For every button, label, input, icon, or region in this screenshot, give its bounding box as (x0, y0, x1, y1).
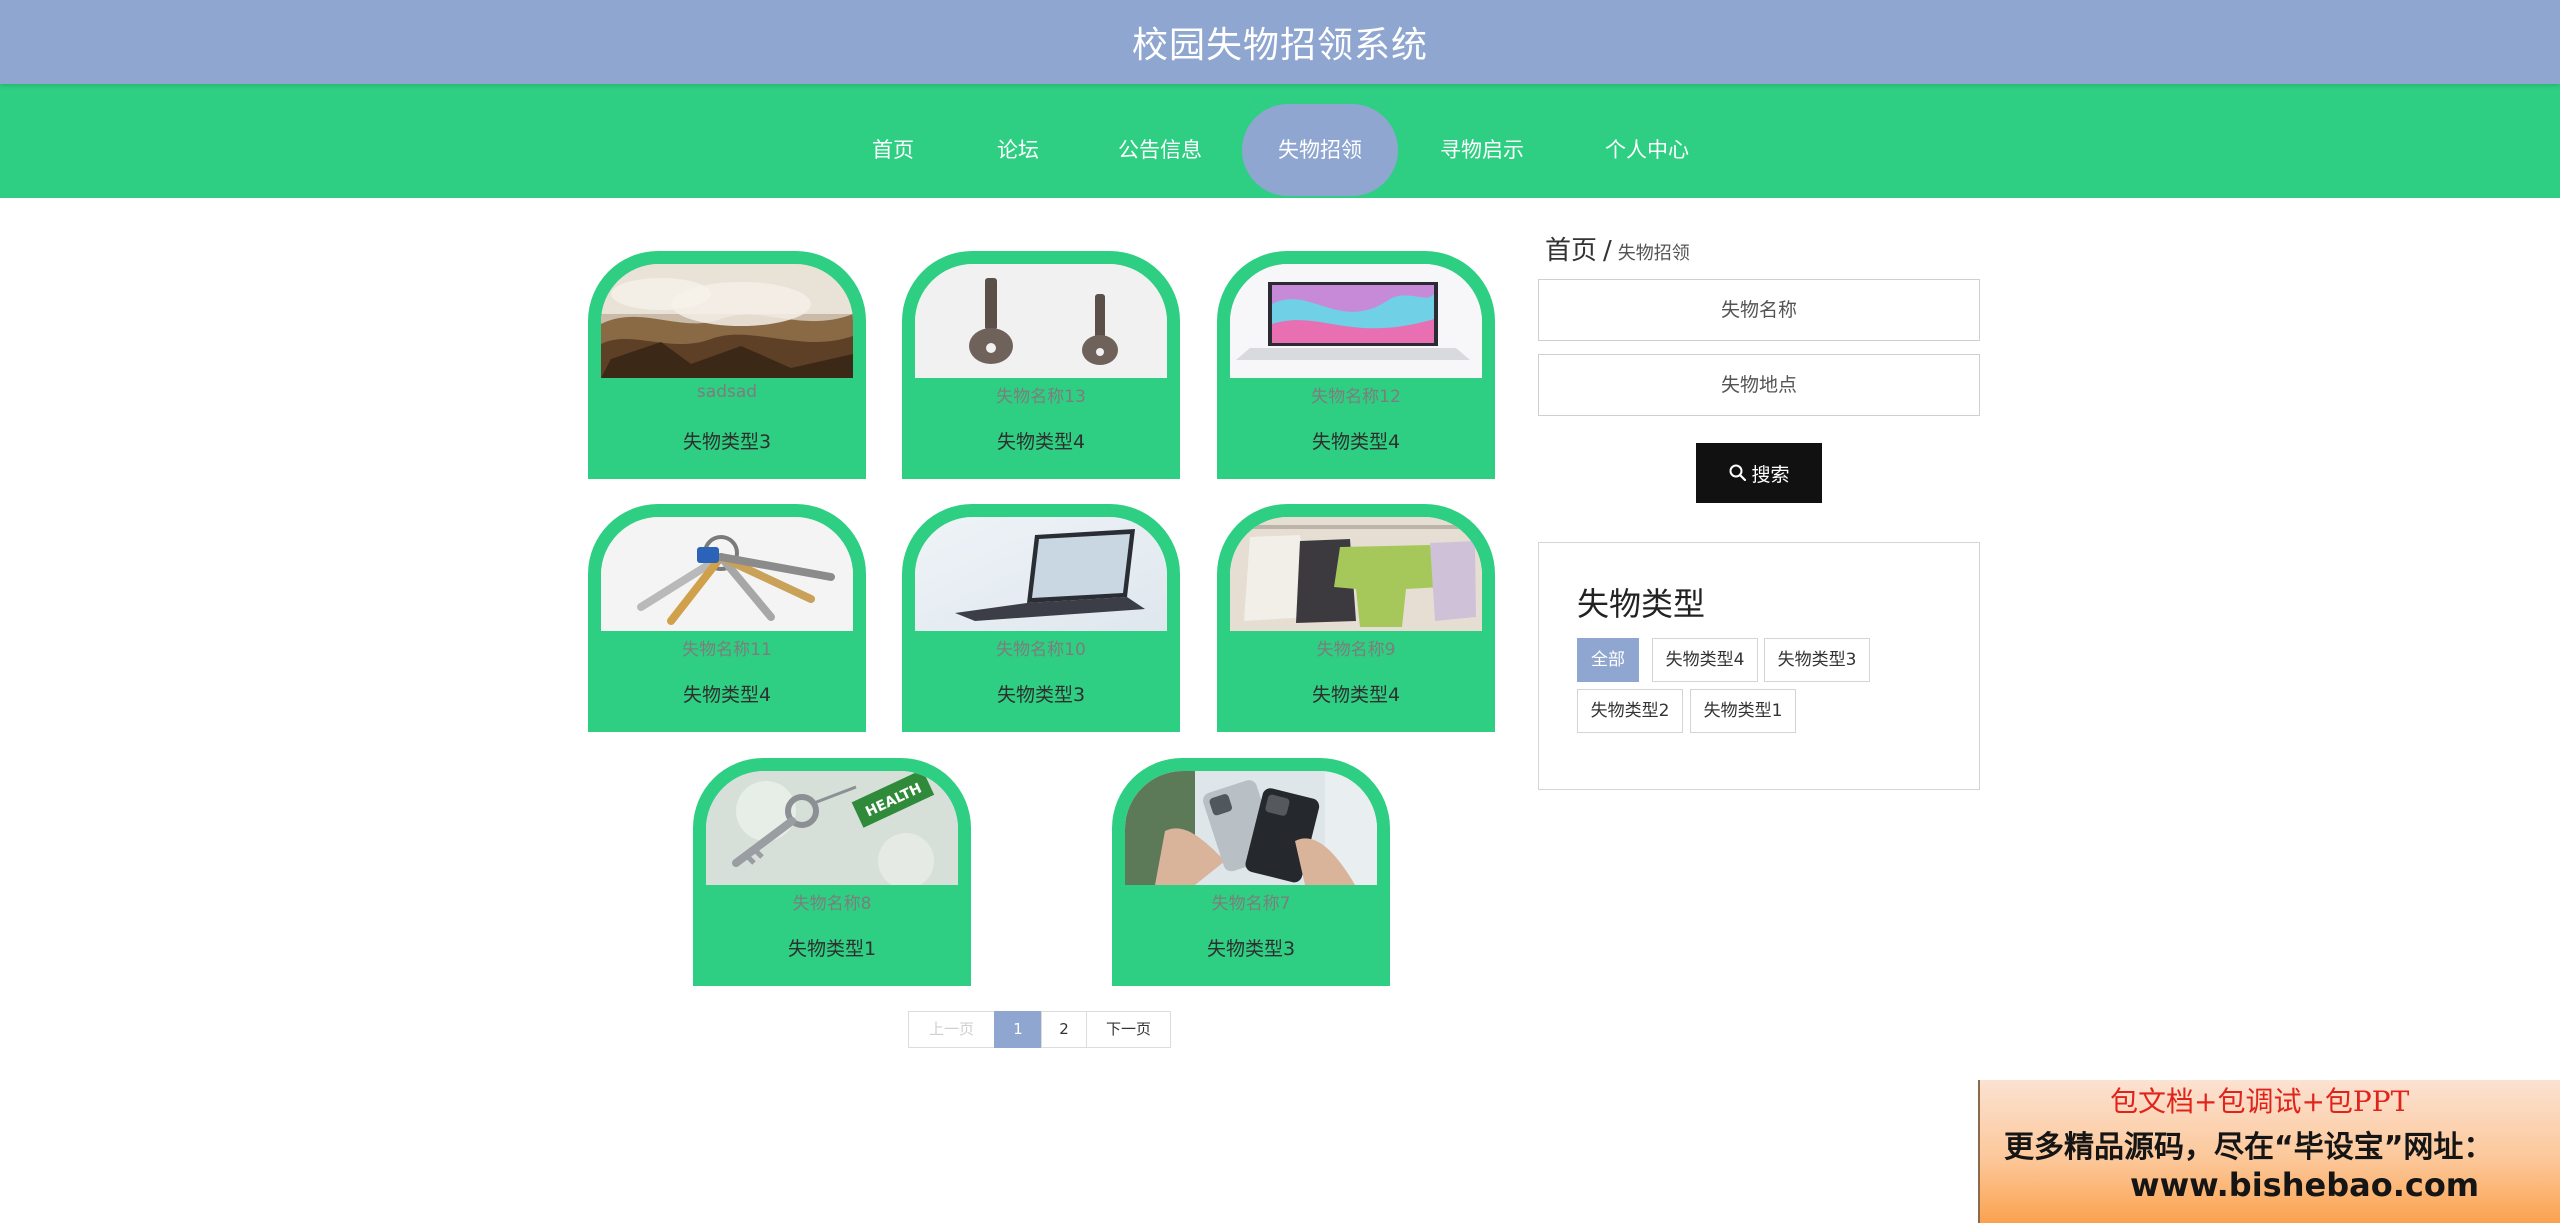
nav-home[interactable]: 首页 (858, 104, 928, 196)
promo-line-2: 更多精品源码，尽在“毕设宝”网址： (2004, 1130, 2494, 1165)
item-type: 失物类型4 (996, 431, 1086, 453)
pagination: 上一页 1 2 下一页 (908, 1011, 1171, 1048)
nav-lost-and-found[interactable]: 失物招领 (1242, 104, 1398, 196)
site-title: 校园失物招领系统 (1131, 25, 1428, 66)
breadcrumb-home[interactable]: 首页 (1545, 236, 1597, 266)
item-card[interactable]: 失物名称13 失物类型4 (902, 251, 1180, 479)
category-tag-all[interactable]: 全部 (1577, 638, 1639, 682)
promo-url: www.bishebao.com (2130, 1166, 2480, 1204)
item-name: sadsad (696, 382, 758, 402)
promo-banner[interactable]: 包文档+包调试+包PPT 更多精品源码，尽在“毕设宝”网址： www.bishe… (1978, 1080, 2560, 1223)
search-icon (1729, 464, 1747, 482)
item-card[interactable]: 失物名称10 失物类型3 (902, 504, 1180, 732)
item-type: 失物类型4 (682, 684, 772, 706)
item-card[interactable]: 失物名称7 失物类型3 (1112, 758, 1390, 986)
item-image-two-phones-in-hands (1125, 771, 1377, 885)
nav-announcements[interactable]: 公告信息 (1105, 104, 1215, 196)
item-location-search-field[interactable]: 失物地点 (1538, 354, 1980, 416)
category-title: 失物类型 (1577, 585, 1706, 623)
item-card[interactable]: sadsad 失物类型3 (588, 251, 866, 479)
item-card[interactable]: 失物名称9 失物类型4 (1217, 504, 1495, 732)
item-card[interactable]: HEALTH 失物名称8 失物类型1 (693, 758, 971, 986)
item-name-search-field[interactable]: 失物名称 (1538, 279, 1980, 341)
item-image-key-with-health-tag: HEALTH (706, 771, 958, 885)
item-type: 失物类型4 (1311, 431, 1401, 453)
item-name: 失物名称8 (792, 894, 872, 914)
item-image-key-bunch (601, 517, 853, 631)
item-name: 失物名称10 (996, 640, 1086, 660)
search-button-label: 搜索 (1751, 463, 1790, 486)
item-type: 失物类型1 (787, 938, 877, 960)
breadcrumb-current: 失物招领 (1617, 243, 1690, 264)
breadcrumb: 首页 / 失物招领 (1545, 230, 1690, 267)
item-image-two-keys (915, 264, 1167, 378)
item-image-rocky-waterfall (601, 264, 853, 378)
next-page-button[interactable]: 下一页 (1086, 1011, 1171, 1048)
nav-lost-notices[interactable]: 寻物启示 (1427, 104, 1537, 196)
nav-forum[interactable]: 论坛 (983, 104, 1053, 196)
category-filter-panel: 失物类型 全部 失物类型4 失物类型3 失物类型2 失物类型1 (1538, 542, 1980, 790)
category-tag-type1[interactable]: 失物类型1 (1690, 689, 1796, 733)
item-type: 失物类型3 (996, 684, 1086, 706)
category-tag-type2[interactable]: 失物类型2 (1577, 689, 1683, 733)
nav-personal-center[interactable]: 个人中心 (1592, 104, 1702, 196)
item-card[interactable]: 失物名称12 失物类型4 (1217, 251, 1495, 479)
category-tag-type4[interactable]: 失物类型4 (1652, 638, 1758, 682)
breadcrumb-separator: / (1603, 236, 1612, 266)
promo-line-1: 包文档+包调试+包PPT (2110, 1085, 2410, 1118)
item-image-laptop-dark (915, 517, 1167, 631)
item-type: 失物类型4 (1311, 684, 1401, 706)
item-name: 失物名称9 (1316, 640, 1396, 660)
item-image-clothes-on-rack (1230, 517, 1482, 631)
site-header: 校园失物招领系统 (0, 0, 2560, 84)
category-tag-type3[interactable]: 失物类型3 (1764, 638, 1870, 682)
search-button[interactable]: 搜索 (1696, 443, 1822, 503)
page-2-button[interactable]: 2 (1041, 1011, 1087, 1048)
main-nav: 首页 论坛 公告信息 失物招领 寻物启示 个人中心 (0, 84, 2560, 198)
page-1-button[interactable]: 1 (994, 1011, 1042, 1048)
item-type: 失物类型3 (682, 431, 772, 453)
item-name: 失物名称7 (1211, 894, 1291, 914)
item-card[interactable]: 失物名称11 失物类型4 (588, 504, 866, 732)
item-type: 失物类型3 (1206, 938, 1296, 960)
item-name: 失物名称11 (682, 640, 772, 660)
item-image-laptop-colorful-screen (1230, 264, 1482, 378)
item-name: 失物名称13 (996, 387, 1086, 407)
prev-page-button[interactable]: 上一页 (908, 1011, 995, 1048)
item-name: 失物名称12 (1311, 387, 1401, 407)
